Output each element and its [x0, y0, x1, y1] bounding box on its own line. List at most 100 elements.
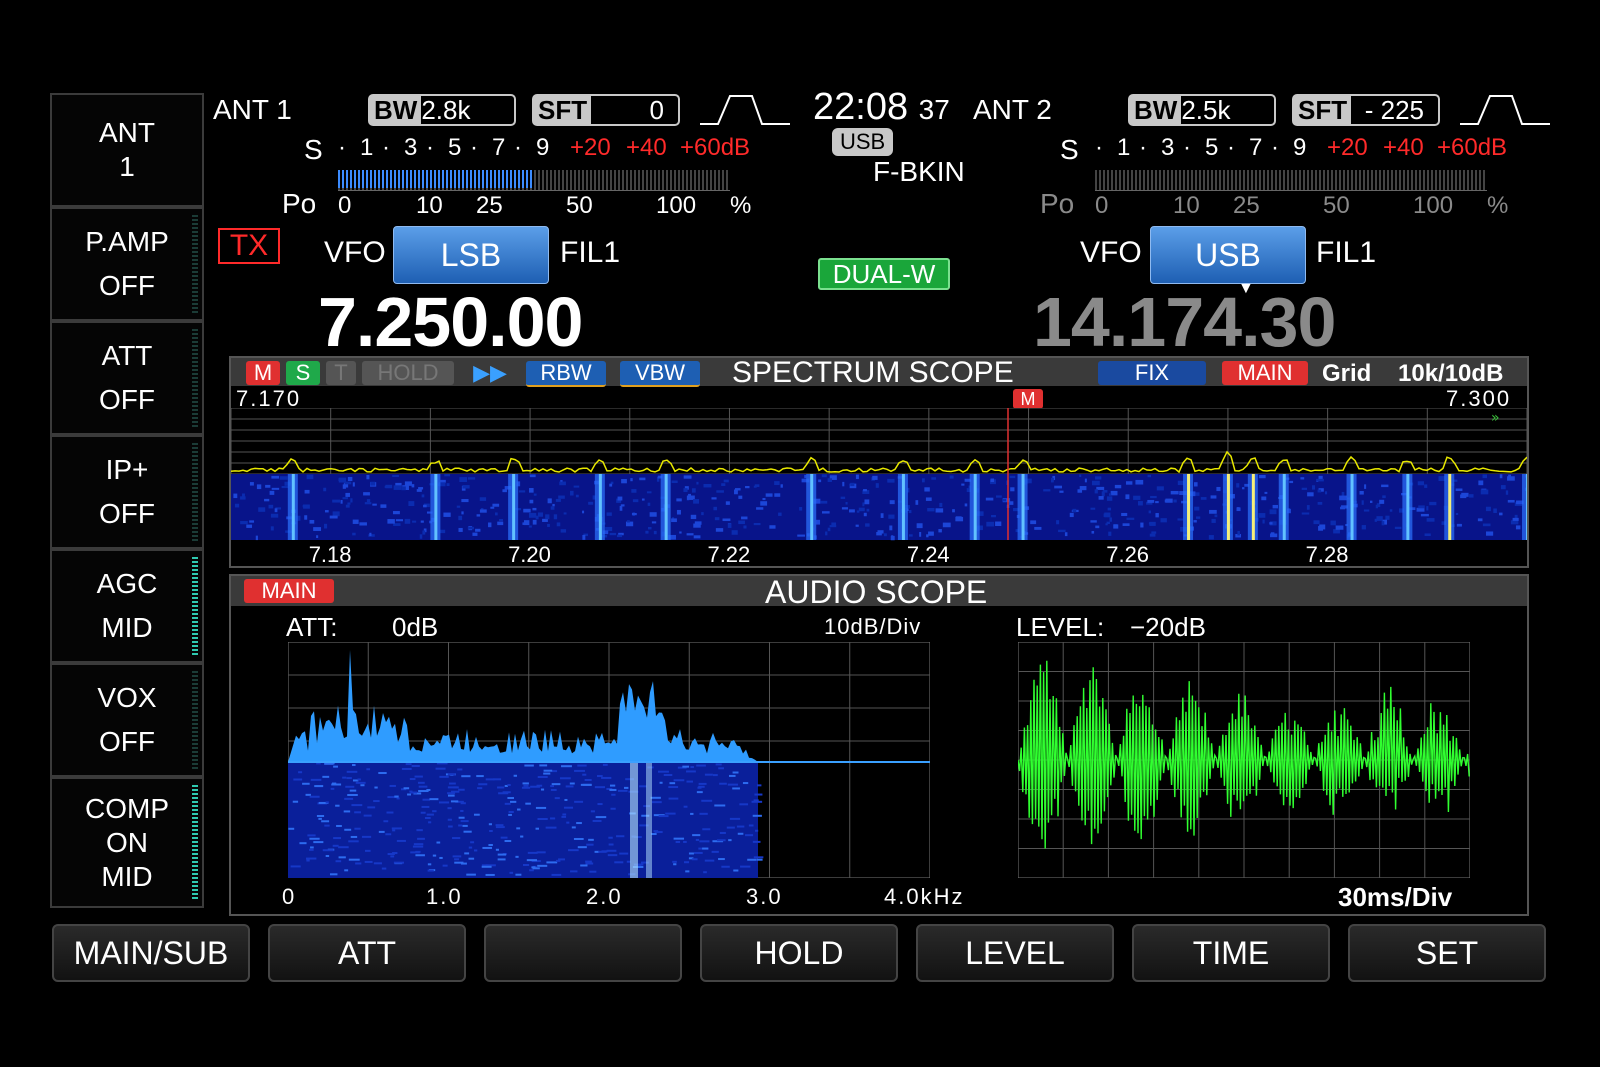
hold-button[interactable]: HOLD: [700, 924, 898, 982]
fft-waterfall-speckle: [535, 827, 540, 830]
main-bw-display[interactable]: BW 2.8k: [368, 94, 516, 126]
audio-level-value[interactable]: −20dB: [1130, 612, 1206, 643]
spectrum-tick-label: 7.24: [906, 542, 950, 567]
set-button[interactable]: SET: [1348, 924, 1546, 982]
waterfall-speckle: [609, 532, 617, 536]
level-button[interactable]: LEVEL: [916, 924, 1114, 982]
fft-waterfall-speckle: [596, 775, 603, 778]
waterfall-speckle: [799, 507, 803, 511]
fft-waterfall-speckle: [589, 870, 597, 873]
sub-frequency[interactable]: 14.174.30: [1033, 282, 1336, 362]
waterfall-speckle: [332, 499, 340, 503]
waterfall-speckle: [529, 474, 536, 478]
spectrum-tick-label: 7.26: [1106, 542, 1150, 567]
waterfall-speckle: [1107, 507, 1112, 511]
spectrum-fast-icon: ▶▶: [473, 360, 507, 385]
waterfall-speckle: [1500, 485, 1506, 490]
agc-button[interactable]: AGC MID: [50, 549, 204, 663]
waterfall-speckle: [760, 501, 768, 506]
waterfall-speckle: [302, 505, 306, 508]
spectrum-fix-button[interactable]: FIX: [1098, 361, 1206, 385]
fft-waterfall-speckle: [729, 817, 741, 820]
waterfall-speckle: [385, 484, 393, 489]
fft-waterfall-speckle: [577, 846, 587, 849]
att-side-button[interactable]: ATT OFF: [50, 321, 204, 435]
audio-oscilloscope-display[interactable]: [1018, 642, 1470, 878]
waterfall-speckle: [1456, 523, 1462, 527]
fft-waterfall-speckle: [669, 782, 676, 785]
waterfall-speckle: [1311, 485, 1316, 490]
fft-waterfall-speckle: [682, 765, 690, 768]
fft-waterfall-speckle: [342, 776, 347, 779]
waterfall-speckle: [324, 510, 329, 513]
dual-watch-badge[interactable]: DUAL-W: [818, 258, 950, 290]
fft-waterfall-speckle: [658, 815, 669, 818]
waterfall-speckle: [582, 534, 586, 540]
fft-waterfall-speckle: [543, 769, 553, 772]
att-button[interactable]: ATT: [268, 924, 466, 982]
preamp-button[interactable]: P.AMP OFF: [50, 207, 204, 321]
audio-fft-display[interactable]: [288, 642, 930, 878]
vox-button[interactable]: VOX OFF: [50, 663, 204, 777]
waterfall-speckle: [393, 485, 402, 490]
waterfall-speckle: [1361, 500, 1364, 505]
ant-value: 1: [119, 151, 135, 182]
main-sft-display[interactable]: SFT 0: [532, 94, 680, 126]
waterfall-speckle: [309, 519, 315, 524]
fft-waterfall-speckle: [597, 803, 603, 806]
time-button[interactable]: TIME: [1132, 924, 1330, 982]
audio-att-value[interactable]: 0dB: [392, 612, 438, 643]
main-mode-button[interactable]: LSB: [393, 226, 549, 284]
waterfall-speckle: [368, 534, 375, 537]
spectrum-hold-tag[interactable]: HOLD: [362, 361, 454, 385]
sub-ant-label: ANT 2: [973, 94, 1052, 125]
waterfall-speckle: [1210, 495, 1217, 499]
waterfall-speckle: [475, 528, 481, 532]
blank-button[interactable]: [484, 924, 682, 982]
ant-button[interactable]: ANT 1: [50, 93, 204, 207]
waterfall-speckle: [1193, 482, 1198, 487]
fft-waterfall-speckle: [366, 768, 371, 771]
fft-waterfall-speckle: [335, 804, 340, 807]
sub-sft-display[interactable]: SFT - 225: [1292, 94, 1440, 126]
main-sub-button[interactable]: MAIN/SUB: [52, 924, 250, 982]
fft-waterfall-speckle: [728, 839, 732, 842]
ipplus-button[interactable]: IP+ OFF: [50, 435, 204, 549]
fft-tick-label: 3.0: [746, 884, 783, 909]
fft-waterfall-speckle: [447, 807, 452, 810]
sub-bw-display[interactable]: BW 2.5k: [1128, 94, 1276, 126]
waterfall-speckle: [1340, 506, 1346, 510]
fft-waterfall-speckle: [550, 785, 555, 788]
fft-waterfall-speckle: [523, 784, 529, 787]
sub-mode-button[interactable]: USB: [1150, 226, 1306, 284]
fft-waterfall-speckle: [458, 816, 465, 819]
waterfall-speckle: [258, 507, 266, 512]
spectrum-display[interactable]: »: [231, 408, 1527, 542]
waterfall-speckle: [553, 514, 558, 520]
fft-waterfall-speckle: [582, 783, 592, 786]
comp-button[interactable]: COMP ON MID: [50, 777, 204, 908]
waterfall-speckle: [820, 500, 828, 504]
waterfall-signal-core: [1526, 474, 1527, 540]
waterfall-speckle: [1147, 499, 1155, 503]
fft-waterfall-speckle: [473, 813, 480, 816]
fft-waterfall-speckle: [566, 821, 570, 824]
waterfall-speckle: [472, 532, 478, 536]
waterfall-speckle: [1135, 479, 1144, 485]
main-frequency[interactable]: 7.250.00: [318, 282, 583, 362]
waterfall-speckle: [1149, 533, 1156, 537]
waterfall-speckle: [412, 520, 417, 523]
waterfall-speckle: [1242, 487, 1245, 490]
waterfall-speckle: [753, 522, 761, 526]
waterfall-speckle: [1151, 531, 1157, 534]
spectrum-vbw-button[interactable]: VBW: [620, 361, 700, 387]
fft-waterfall-speckle: [543, 772, 551, 775]
waterfall-speckle: [1418, 505, 1425, 509]
fft-waterfall-speckle: [539, 764, 548, 767]
ipplus-value: OFF: [99, 498, 155, 529]
waterfall-speckle: [387, 519, 395, 524]
fft-waterfall-speckle: [458, 824, 463, 827]
waterfall-speckle: [995, 495, 1002, 498]
waterfall-speckle: [1330, 520, 1336, 526]
spectrum-rbw-button[interactable]: RBW: [526, 361, 606, 387]
